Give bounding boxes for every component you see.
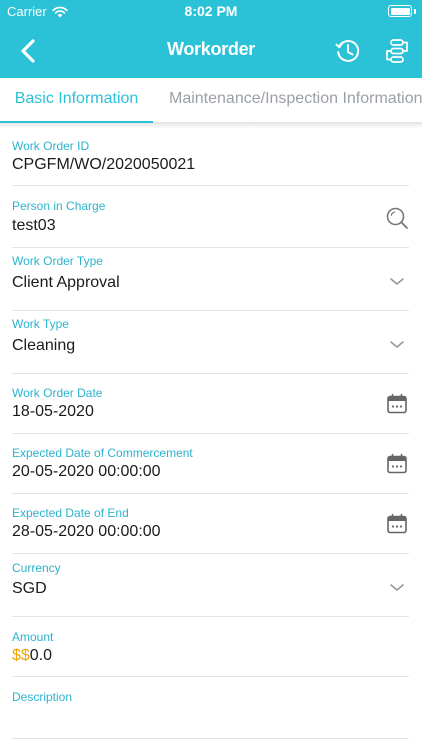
expected-commencement-label: Expected Date of Commercement — [12, 446, 193, 460]
work-order-id-label: Work Order ID — [12, 139, 90, 153]
work-order-id-value: CPGFM/WO/2020050021 — [12, 156, 196, 173]
history-icon[interactable] — [333, 36, 363, 66]
expected-commencement-value[interactable]: 20-05-2020 00:00:00 — [12, 463, 161, 481]
currency-label: Currency — [12, 561, 61, 575]
description-label: Description — [12, 690, 73, 704]
currency-value[interactable]: SGD — [12, 580, 47, 598]
work-order-date-label: Work Order Date — [12, 386, 103, 400]
work-order-type-value[interactable]: Client Approval — [12, 274, 120, 292]
battery-tip — [414, 9, 416, 14]
calendar-icon[interactable] — [385, 512, 409, 536]
search-icon[interactable] — [385, 206, 409, 230]
person-in-charge-label: Person in Charge — [12, 199, 106, 213]
tab-basic-information[interactable]: Basic Information — [0, 78, 153, 123]
chevron-down-icon[interactable] — [385, 269, 409, 293]
work-type-value[interactable]: Cleaning — [12, 337, 75, 355]
person-in-charge-value[interactable]: test03 — [12, 217, 56, 235]
amount-value: 0.0 — [29, 647, 53, 664]
app-header: Carrier 8:02 PM Workorder — [0, 0, 422, 78]
field-expected-commencement[interactable]: Expected Date of Commercement 20-05-2020… — [12, 434, 409, 494]
field-currency[interactable]: Currency SGD — [12, 554, 409, 617]
field-description[interactable]: Description — [12, 677, 409, 739]
field-amount[interactable]: Amount $$0.0 — [12, 617, 409, 677]
amount-input[interactable]: $$0.0 — [12, 647, 52, 665]
currency-symbol: $$ — [12, 647, 30, 664]
work-type-label: Work Type — [12, 317, 69, 331]
chevron-down-icon[interactable] — [385, 575, 409, 599]
work-order-date-value[interactable]: 18-05-2020 — [12, 403, 94, 421]
calendar-icon[interactable] — [385, 392, 409, 416]
status-time: 8:02 PM — [184, 3, 238, 19]
battery-icon — [388, 5, 412, 17]
field-person-in-charge[interactable]: Person in Charge test03 — [12, 186, 409, 248]
chevron-down-icon[interactable] — [385, 332, 409, 356]
work-order-type-label: Work Order Type — [12, 254, 103, 268]
expected-end-label: Expected Date of End — [12, 506, 129, 520]
workflow-icon[interactable] — [382, 36, 412, 66]
expected-end-value[interactable]: 28-05-2020 00:00:00 — [12, 523, 161, 541]
tab-bar: Basic Information Maintenance/Inspection… — [0, 78, 422, 123]
field-work-type[interactable]: Work Type Cleaning — [12, 311, 409, 374]
calendar-icon[interactable] — [385, 452, 409, 476]
field-work-order-date[interactable]: Work Order Date 18-05-2020 — [12, 374, 409, 434]
field-work-order-id: Work Order ID CPGFM/WO/2020050021 — [12, 128, 409, 186]
tab-maintenance-inspection-information[interactable]: Maintenance/Inspection Information — [169, 78, 422, 123]
field-work-order-type[interactable]: Work Order Type Client Approval — [12, 248, 409, 311]
status-bar: Carrier 8:02 PM — [0, 0, 422, 24]
field-expected-end[interactable]: Expected Date of End 28-05-2020 00:00:00 — [12, 494, 409, 554]
amount-label: Amount — [12, 630, 54, 644]
